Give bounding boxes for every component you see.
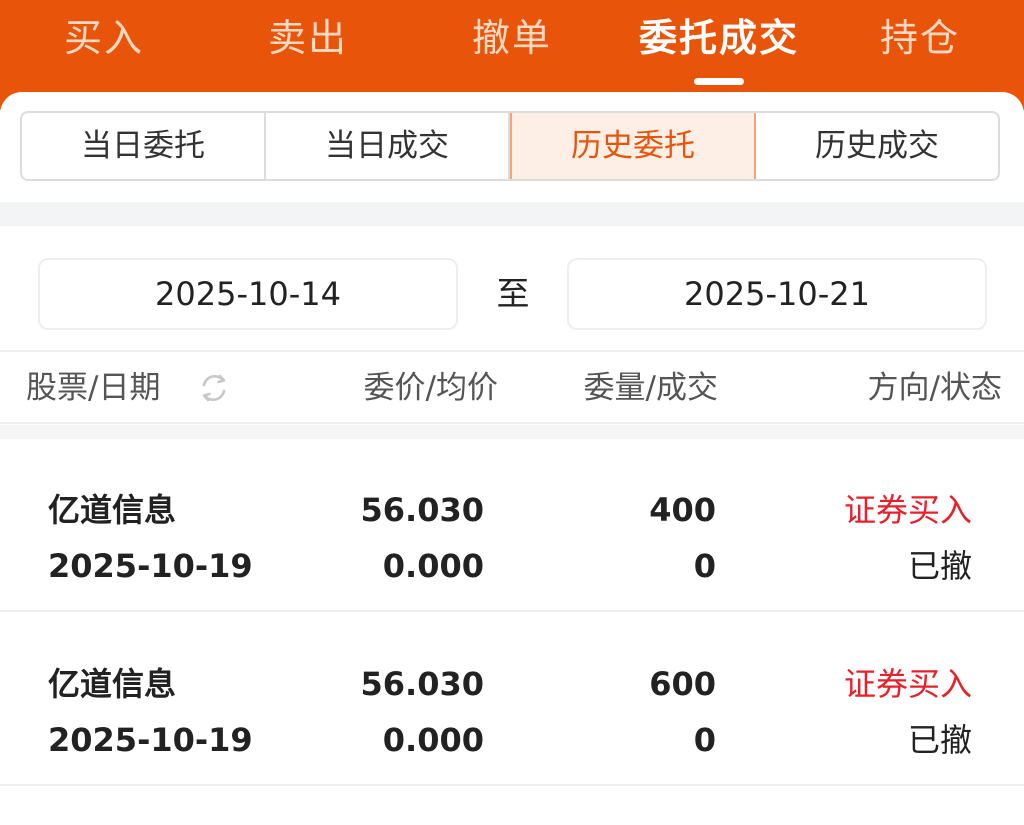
filled-quantity: 0 [693, 721, 716, 759]
segment-history-orders[interactable]: 历史委托 [510, 113, 756, 179]
avg-price: 0.000 [382, 547, 484, 585]
table-header: 股票/日期 委价/均价 委量/成交 方向/状态 [0, 350, 1024, 424]
order-status: 已撤 [907, 547, 972, 585]
header-stock-date: 股票/日期 [26, 370, 161, 406]
list-top-divider [0, 425, 1024, 439]
order-quantity: 400 [649, 491, 716, 529]
segment-today-orders[interactable]: 当日委托 [22, 113, 266, 179]
order-status: 已撤 [907, 721, 972, 759]
tab-orders-trades[interactable]: 委托成交 [630, 10, 808, 66]
header-direction-status: 方向/状态 [867, 370, 1002, 406]
start-date-picker[interactable]: 2025-10-14 [38, 258, 458, 330]
avg-price: 0.000 [382, 721, 484, 759]
tab-buy[interactable]: 买入 [52, 10, 156, 66]
end-date-picker[interactable]: 2025-10-21 [567, 258, 987, 330]
table-row[interactable]: 亿道信息 2025-10-19 56.030 0.000 400 0 证券买入 … [0, 440, 1024, 612]
refresh-icon[interactable] [196, 370, 232, 406]
stock-name: 亿道信息 [48, 491, 177, 529]
tab-sell[interactable]: 卖出 [256, 10, 360, 66]
table-row[interactable]: 亿道信息 2025-10-19 56.030 0.000 600 0 证券买入 … [0, 614, 1024, 786]
header-price-avg: 委价/均价 [363, 370, 498, 406]
segment-today-trades[interactable]: 当日成交 [266, 113, 510, 179]
stock-name: 亿道信息 [48, 665, 177, 703]
order-direction: 证券买入 [843, 491, 972, 529]
date-range-separator: 至 [496, 274, 530, 313]
active-tab-indicator [694, 78, 744, 85]
order-price: 56.030 [360, 665, 484, 703]
tab-positions[interactable]: 持仓 [868, 10, 972, 66]
order-direction: 证券买入 [843, 665, 972, 703]
filled-quantity: 0 [693, 547, 716, 585]
order-date: 2025-10-19 [48, 547, 253, 585]
segment-history-trades[interactable]: 历史成交 [756, 113, 998, 179]
order-quantity: 600 [649, 665, 716, 703]
order-price: 56.030 [360, 491, 484, 529]
tab-cancel[interactable]: 撤单 [460, 10, 564, 66]
section-divider [0, 202, 1024, 226]
header-qty-filled: 委量/成交 [583, 370, 718, 406]
order-date: 2025-10-19 [48, 721, 253, 759]
segment-control: 当日委托 当日成交 历史委托 历史成交 [20, 111, 1000, 181]
